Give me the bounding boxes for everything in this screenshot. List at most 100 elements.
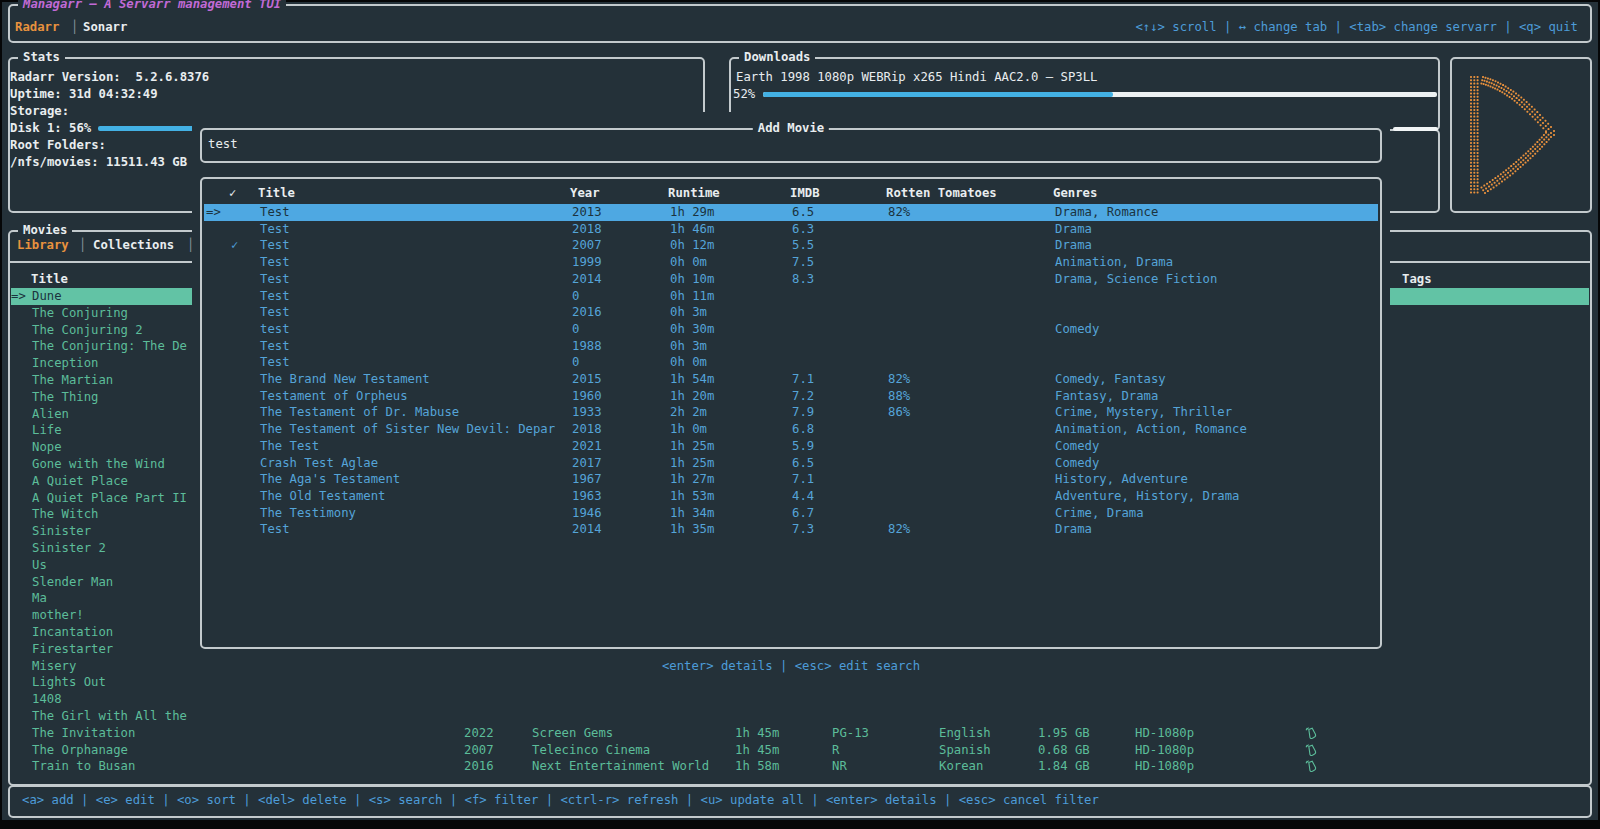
movie-certification: PG-13 xyxy=(832,725,869,742)
result-genres: Comedy, Fantasy xyxy=(1055,371,1166,388)
result-imdb: 5.9 xyxy=(792,438,814,455)
result-genres: Comedy xyxy=(1055,438,1099,455)
add-movie-result-row[interactable]: Testament of Orpheus19601h 20m7.288%Fant… xyxy=(204,388,1378,405)
add-movie-result-row[interactable]: The Testament of Sister New Devil: Depar… xyxy=(204,421,1378,438)
result-genres: Drama xyxy=(1055,221,1092,238)
result-year: 2014 xyxy=(572,521,602,538)
col-title: Title xyxy=(258,185,295,202)
tag-icon xyxy=(1304,726,1318,740)
keybindings: <a> add | <e> edit | <o> sort | <del> de… xyxy=(22,792,1099,809)
result-title: test xyxy=(260,321,290,338)
result-runtime: 0h 12m xyxy=(670,237,714,254)
download-gauge-track-2 xyxy=(1393,127,1438,131)
add-movie-result-row[interactable]: Test00h 11m xyxy=(204,288,1378,305)
result-year: 2021 xyxy=(572,438,602,455)
movie-title: Misery xyxy=(32,658,76,675)
movie-language: Korean xyxy=(939,758,983,775)
download-item: Earth 1998 1080p WEBRip x265 Hindi AAC2.… xyxy=(736,69,1097,86)
movie-title: The Martian xyxy=(32,372,113,389)
selection-marker: => xyxy=(11,288,26,305)
tab-sonarr[interactable]: Sonarr xyxy=(83,19,127,36)
top-bar: Managarr – A Servarr management TUI Rada… xyxy=(8,4,1592,43)
result-title: Testament of Orpheus xyxy=(260,388,408,405)
add-movie-result-row[interactable]: The Aga's Testament19671h 27m7.1History,… xyxy=(204,471,1378,488)
movie-row[interactable]: Train to Busan2016Next Entertainment Wor… xyxy=(11,758,1589,775)
movie-title: Firestarter xyxy=(32,641,113,658)
movie-title: Lights Out xyxy=(32,674,106,691)
result-genres: Drama xyxy=(1055,237,1092,254)
movie-title: Nope xyxy=(32,439,62,456)
result-genres: Crime, Mystery, Thriller xyxy=(1055,404,1232,421)
result-year: 0 xyxy=(572,321,579,338)
col-year: Year xyxy=(570,185,600,202)
result-title: Test xyxy=(260,254,290,271)
movie-size: 1.84 GB xyxy=(1038,758,1090,775)
result-imdb: 7.5 xyxy=(792,254,814,271)
add-movie-result-row[interactable]: The Old Testament19631h 53m4.4Adventure,… xyxy=(204,488,1378,505)
movie-title: A Quiet Place xyxy=(32,473,128,490)
movie-title: The Girl with All the xyxy=(32,708,187,725)
result-runtime: 1h 0m xyxy=(670,421,707,438)
movie-row[interactable]: The Invitation2022Screen Gems1h 45mPG-13… xyxy=(11,725,1589,742)
add-movie-result-row[interactable]: The Testament of Dr. Mabuse19332h 2m7.98… xyxy=(204,404,1378,421)
result-runtime: 1h 34m xyxy=(670,505,714,522)
movie-year: 2016 xyxy=(464,758,494,775)
download-gauge-fill xyxy=(763,92,1113,97)
tab-library[interactable]: Library xyxy=(17,237,69,254)
disk-usage-gauge xyxy=(98,126,205,131)
movie-title: The Conjuring: The De xyxy=(32,338,187,355)
result-imdb: 7.2 xyxy=(792,388,814,405)
tab-radarr[interactable]: Radarr xyxy=(15,19,59,36)
movie-certification: R xyxy=(832,742,839,759)
result-runtime: 1h 54m xyxy=(670,371,714,388)
add-movie-search-box[interactable]: Add Movie test xyxy=(200,128,1382,163)
add-movie-result-row[interactable]: =>Test20131h 29m6.582%Drama, Romance xyxy=(204,204,1378,221)
add-movie-result-row[interactable]: The Testimony19461h 34m6.7Crime, Drama xyxy=(204,505,1378,522)
add-movie-search-input[interactable]: test xyxy=(208,136,238,153)
movie-title: Ma xyxy=(32,590,47,607)
result-year: 2018 xyxy=(572,221,602,238)
add-movie-result-row[interactable]: Test19990h 0m7.5Animation, Drama xyxy=(204,254,1378,271)
managarr-logo-icon xyxy=(1470,74,1560,198)
movies-col-tags: Tags xyxy=(1402,271,1432,288)
add-movie-result-row[interactable]: Test20140h 10m8.3Drama, Science Fiction xyxy=(204,271,1378,288)
add-movie-help: <enter> details | <esc> edit search xyxy=(192,658,1390,675)
add-movie-result-row[interactable]: The Brand New Testament20151h 54m7.182%C… xyxy=(204,371,1378,388)
movie-title: mother! xyxy=(32,607,84,624)
add-movie-result-row[interactable]: ✓Test20070h 12m5.5Drama xyxy=(204,237,1378,254)
add-movie-result-row[interactable]: Test20181h 46m6.3Drama xyxy=(204,221,1378,238)
result-year: 1967 xyxy=(572,471,602,488)
add-movie-result-row[interactable]: The Test20211h 25m5.9Comedy xyxy=(204,438,1378,455)
result-genres: Drama xyxy=(1055,521,1092,538)
add-movie-result-row[interactable]: Test00h 0m xyxy=(204,354,1378,371)
result-year: 2015 xyxy=(572,371,602,388)
add-movie-result-row[interactable]: Test19880h 3m xyxy=(204,338,1378,355)
result-runtime: 1h 20m xyxy=(670,388,714,405)
result-runtime: 1h 35m xyxy=(670,521,714,538)
result-runtime: 0h 3m xyxy=(670,304,707,321)
result-title: The Old Testament xyxy=(260,488,385,505)
result-genres: Fantasy, Drama xyxy=(1055,388,1158,405)
movie-title: The Orphanage xyxy=(32,742,128,759)
logo-panel xyxy=(1450,57,1592,213)
tag-icon xyxy=(1304,759,1318,773)
result-title: The Testimony xyxy=(260,505,356,522)
add-movie-result-row[interactable]: test00h 30mComedy xyxy=(204,321,1378,338)
checked-icon: ✓ xyxy=(231,237,238,254)
download-percent: 52% xyxy=(733,86,755,103)
movie-title: Incantation xyxy=(32,624,113,641)
movie-title: The Conjuring xyxy=(32,305,128,322)
tab-collections[interactable]: Collections xyxy=(93,237,174,254)
movie-title: The Witch xyxy=(32,506,98,523)
global-help: <↑↓> scroll | ↔ change tab | <tab> chang… xyxy=(1135,19,1578,36)
movie-row[interactable]: The Orphanage2007Telecinco Cinema1h 45mR… xyxy=(11,742,1589,759)
result-genres: Drama, Romance xyxy=(1055,204,1158,221)
add-movie-result-row[interactable]: Test20141h 35m7.382%Drama xyxy=(204,521,1378,538)
result-runtime: 1h 46m xyxy=(670,221,714,238)
movie-title: Sinister xyxy=(32,523,91,540)
add-movie-result-row[interactable]: Test20160h 3m xyxy=(204,304,1378,321)
result-title: The Testament of Sister New Devil: Depar xyxy=(260,421,555,438)
result-title: Test xyxy=(260,271,290,288)
movie-title: The Conjuring 2 xyxy=(32,322,143,339)
add-movie-result-row[interactable]: Crash Test Aglae20171h 25m6.5Comedy xyxy=(204,455,1378,472)
